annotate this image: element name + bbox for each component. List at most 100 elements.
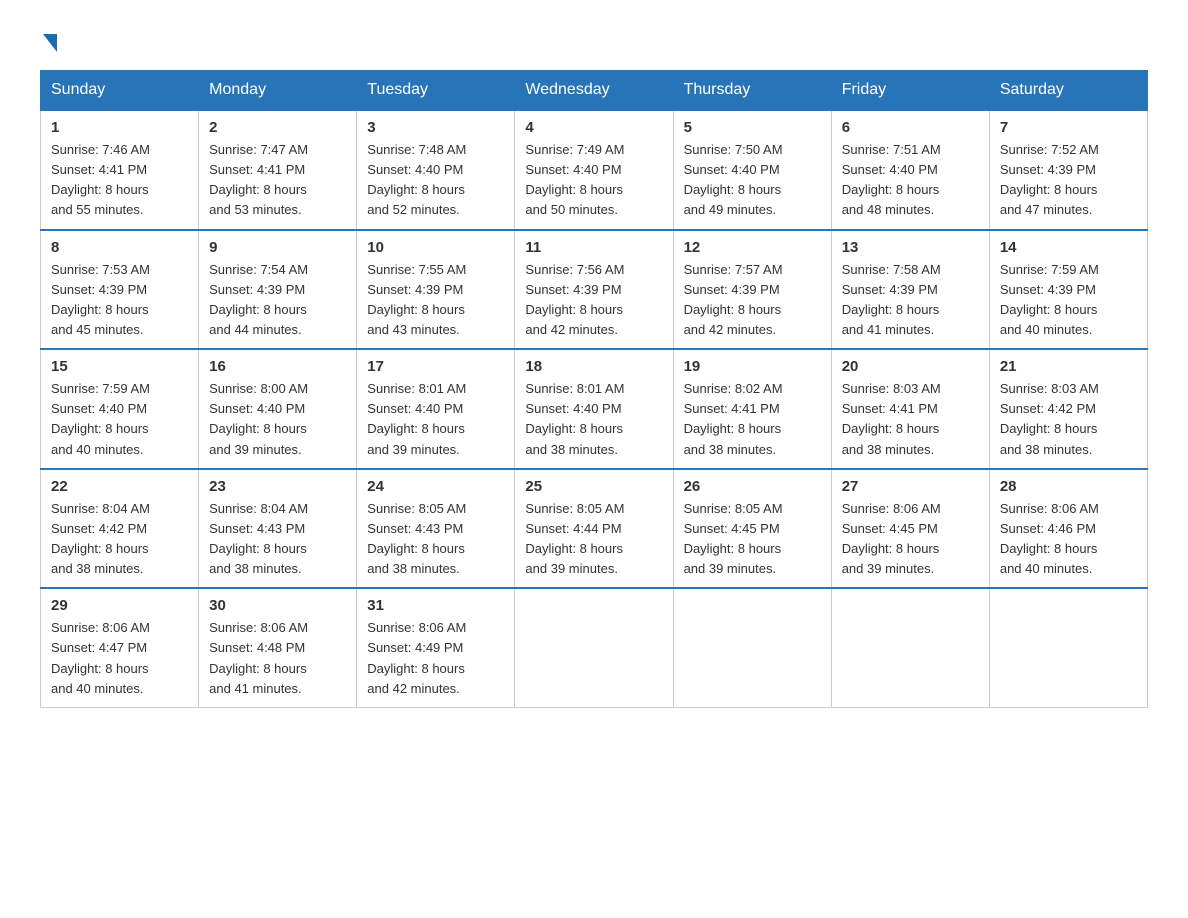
- day-info: Sunrise: 7:58 AMSunset: 4:39 PMDaylight:…: [842, 260, 979, 341]
- day-number: 4: [525, 119, 662, 136]
- day-info: Sunrise: 7:53 AMSunset: 4:39 PMDaylight:…: [51, 260, 188, 341]
- logo: [40, 30, 57, 50]
- calendar-week-row: 29 Sunrise: 8:06 AMSunset: 4:47 PMDayligh…: [41, 588, 1148, 707]
- day-info: Sunrise: 8:00 AMSunset: 4:40 PMDaylight:…: [209, 379, 346, 460]
- day-info: Sunrise: 7:56 AMSunset: 4:39 PMDaylight:…: [525, 260, 662, 341]
- calendar-cell: 4 Sunrise: 7:49 AMSunset: 4:40 PMDaylight…: [515, 110, 673, 230]
- day-number: 28: [1000, 478, 1137, 495]
- calendar-cell: 30 Sunrise: 8:06 AMSunset: 4:48 PMDayligh…: [199, 588, 357, 707]
- day-info: Sunrise: 7:59 AMSunset: 4:39 PMDaylight:…: [1000, 260, 1137, 341]
- calendar-cell: 26 Sunrise: 8:05 AMSunset: 4:45 PMDayligh…: [673, 469, 831, 589]
- day-info: Sunrise: 7:46 AMSunset: 4:41 PMDaylight:…: [51, 140, 188, 221]
- day-number: 27: [842, 478, 979, 495]
- day-info: Sunrise: 8:05 AMSunset: 4:45 PMDaylight:…: [684, 499, 821, 580]
- logo-arrow-icon: [43, 34, 57, 52]
- weekday-header-friday: Friday: [831, 71, 989, 111]
- day-number: 21: [1000, 358, 1137, 375]
- day-number: 6: [842, 119, 979, 136]
- calendar-cell: 25 Sunrise: 8:05 AMSunset: 4:44 PMDayligh…: [515, 469, 673, 589]
- day-info: Sunrise: 8:04 AMSunset: 4:42 PMDaylight:…: [51, 499, 188, 580]
- calendar-cell: 19 Sunrise: 8:02 AMSunset: 4:41 PMDayligh…: [673, 349, 831, 469]
- calendar-cell: 24Sunrise: 8:05 AMSunset: 4:43 PMDayligh…: [357, 469, 515, 589]
- day-info: Sunrise: 7:52 AMSunset: 4:39 PMDaylight:…: [1000, 140, 1137, 221]
- weekday-header-tuesday: Tuesday: [357, 71, 515, 111]
- day-info: Sunrise: 7:54 AMSunset: 4:39 PMDaylight:…: [209, 260, 346, 341]
- day-info: Sunrise: 8:04 AMSunset: 4:43 PMDaylight:…: [209, 499, 346, 580]
- day-number: 18: [525, 358, 662, 375]
- day-number: 29: [51, 597, 188, 614]
- day-info: Sunrise: 8:06 AMSunset: 4:49 PMDaylight:…: [367, 618, 504, 699]
- calendar-table: SundayMondayTuesdayWednesdayThursdayFrid…: [40, 70, 1148, 708]
- calendar-cell: 2 Sunrise: 7:47 AMSunset: 4:41 PMDaylight…: [199, 110, 357, 230]
- day-info: Sunrise: 8:06 AMSunset: 4:47 PMDaylight:…: [51, 618, 188, 699]
- day-info: Sunrise: 8:06 AMSunset: 4:46 PMDaylight:…: [1000, 499, 1137, 580]
- day-number: 8: [51, 239, 188, 256]
- day-number: 24: [367, 478, 504, 495]
- calendar-cell: 21Sunrise: 8:03 AMSunset: 4:42 PMDayligh…: [989, 349, 1147, 469]
- day-info: Sunrise: 7:59 AMSunset: 4:40 PMDaylight:…: [51, 379, 188, 460]
- day-info: Sunrise: 8:06 AMSunset: 4:48 PMDaylight:…: [209, 618, 346, 699]
- day-number: 17: [367, 358, 504, 375]
- day-info: Sunrise: 8:02 AMSunset: 4:41 PMDaylight:…: [684, 379, 821, 460]
- header: [40, 30, 1148, 50]
- day-number: 7: [1000, 119, 1137, 136]
- calendar-week-row: 8 Sunrise: 7:53 AMSunset: 4:39 PMDaylight…: [41, 230, 1148, 350]
- day-info: Sunrise: 7:49 AMSunset: 4:40 PMDaylight:…: [525, 140, 662, 221]
- calendar-cell: 22 Sunrise: 8:04 AMSunset: 4:42 PMDayligh…: [41, 469, 199, 589]
- day-number: 2: [209, 119, 346, 136]
- weekday-header-wednesday: Wednesday: [515, 71, 673, 111]
- calendar-cell: 14 Sunrise: 7:59 AMSunset: 4:39 PMDayligh…: [989, 230, 1147, 350]
- calendar-cell: 10 Sunrise: 7:55 AMSunset: 4:39 PMDayligh…: [357, 230, 515, 350]
- calendar-cell: 15Sunrise: 7:59 AMSunset: 4:40 PMDayligh…: [41, 349, 199, 469]
- calendar-cell: [673, 588, 831, 707]
- day-number: 10: [367, 239, 504, 256]
- weekday-header-saturday: Saturday: [989, 71, 1147, 111]
- calendar-cell: 5Sunrise: 7:50 AMSunset: 4:40 PMDaylight…: [673, 110, 831, 230]
- day-info: Sunrise: 7:55 AMSunset: 4:39 PMDaylight:…: [367, 260, 504, 341]
- day-number: 22: [51, 478, 188, 495]
- calendar-cell: 7 Sunrise: 7:52 AMSunset: 4:39 PMDaylight…: [989, 110, 1147, 230]
- logo-top: [40, 30, 57, 52]
- calendar-cell: 20 Sunrise: 8:03 AMSunset: 4:41 PMDayligh…: [831, 349, 989, 469]
- day-number: 14: [1000, 239, 1137, 256]
- calendar-cell: 28 Sunrise: 8:06 AMSunset: 4:46 PMDayligh…: [989, 469, 1147, 589]
- calendar-cell: [989, 588, 1147, 707]
- calendar-cell: 16Sunrise: 8:00 AMSunset: 4:40 PMDayligh…: [199, 349, 357, 469]
- calendar-cell: 29 Sunrise: 8:06 AMSunset: 4:47 PMDayligh…: [41, 588, 199, 707]
- day-info: Sunrise: 8:05 AMSunset: 4:44 PMDaylight:…: [525, 499, 662, 580]
- day-info: Sunrise: 7:57 AMSunset: 4:39 PMDaylight:…: [684, 260, 821, 341]
- calendar-cell: 12Sunrise: 7:57 AMSunset: 4:39 PMDayligh…: [673, 230, 831, 350]
- day-number: 3: [367, 119, 504, 136]
- day-number: 23: [209, 478, 346, 495]
- day-info: Sunrise: 8:01 AMSunset: 4:40 PMDaylight:…: [367, 379, 504, 460]
- day-info: Sunrise: 8:01 AMSunset: 4:40 PMDaylight:…: [525, 379, 662, 460]
- day-info: Sunrise: 8:06 AMSunset: 4:45 PMDaylight:…: [842, 499, 979, 580]
- day-number: 20: [842, 358, 979, 375]
- weekday-header-monday: Monday: [199, 71, 357, 111]
- day-number: 9: [209, 239, 346, 256]
- calendar-cell: 8 Sunrise: 7:53 AMSunset: 4:39 PMDaylight…: [41, 230, 199, 350]
- calendar-cell: 23 Sunrise: 8:04 AMSunset: 4:43 PMDayligh…: [199, 469, 357, 589]
- calendar-header-row: SundayMondayTuesdayWednesdayThursdayFrid…: [41, 71, 1148, 111]
- day-number: 1: [51, 119, 188, 136]
- day-number: 11: [525, 239, 662, 256]
- calendar-cell: 9 Sunrise: 7:54 AMSunset: 4:39 PMDaylight…: [199, 230, 357, 350]
- day-info: Sunrise: 7:48 AMSunset: 4:40 PMDaylight:…: [367, 140, 504, 221]
- calendar-week-row: 22 Sunrise: 8:04 AMSunset: 4:42 PMDayligh…: [41, 469, 1148, 589]
- calendar-cell: 13 Sunrise: 7:58 AMSunset: 4:39 PMDayligh…: [831, 230, 989, 350]
- calendar-week-row: 1 Sunrise: 7:46 AMSunset: 4:41 PMDaylight…: [41, 110, 1148, 230]
- day-info: Sunrise: 8:03 AMSunset: 4:41 PMDaylight:…: [842, 379, 979, 460]
- calendar-cell: 1 Sunrise: 7:46 AMSunset: 4:41 PMDaylight…: [41, 110, 199, 230]
- calendar-cell: 3 Sunrise: 7:48 AMSunset: 4:40 PMDaylight…: [357, 110, 515, 230]
- calendar-cell: 18 Sunrise: 8:01 AMSunset: 4:40 PMDayligh…: [515, 349, 673, 469]
- day-number: 26: [684, 478, 821, 495]
- day-number: 5: [684, 119, 821, 136]
- calendar-cell: 6Sunrise: 7:51 AMSunset: 4:40 PMDaylight…: [831, 110, 989, 230]
- day-number: 13: [842, 239, 979, 256]
- day-info: Sunrise: 7:47 AMSunset: 4:41 PMDaylight:…: [209, 140, 346, 221]
- weekday-header-sunday: Sunday: [41, 71, 199, 111]
- day-number: 25: [525, 478, 662, 495]
- calendar-cell: 11 Sunrise: 7:56 AMSunset: 4:39 PMDayligh…: [515, 230, 673, 350]
- day-number: 30: [209, 597, 346, 614]
- day-number: 19: [684, 358, 821, 375]
